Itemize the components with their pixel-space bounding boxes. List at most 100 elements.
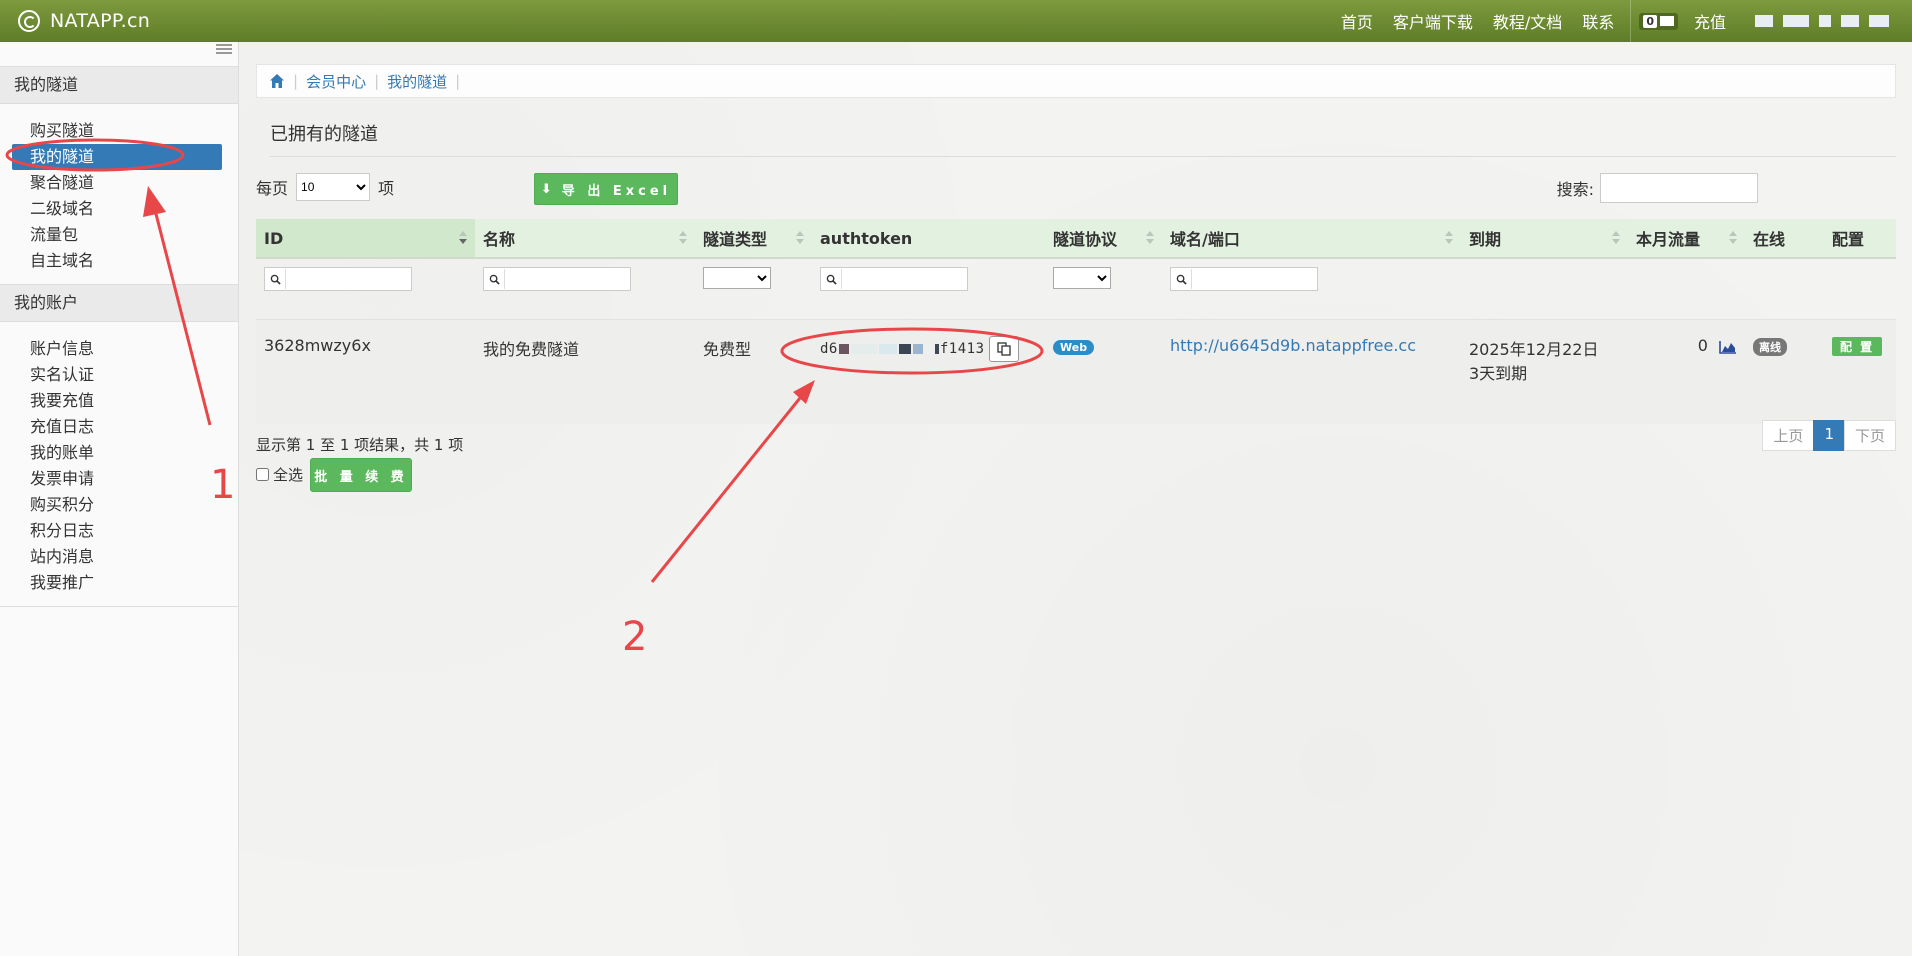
table-controls: 每页 10 项 ⬇ 导 出 Excel 搜索:	[256, 173, 1896, 213]
brand-name: NATAPP.cn	[50, 10, 151, 32]
user-avatar-icon[interactable]	[1755, 15, 1773, 27]
search-input[interactable]	[1600, 173, 1758, 203]
authtoken-value: d6 f1413	[820, 336, 1019, 362]
sidebar-item-points-log[interactable]: 积分日志	[0, 518, 238, 544]
expire-date: 2025年12月22日	[1469, 340, 1599, 359]
cell-protocol: Web	[1045, 319, 1162, 424]
tunnel-domain-link[interactable]: http://u6645d9b.natappfree.cc	[1170, 336, 1416, 355]
sidebar-section-tunnels: 我的隧道	[0, 66, 238, 104]
top-nav-links: 首页 客户端下载 教程/文档 联系 0 充值	[1331, 0, 1912, 42]
col-online: 在线	[1745, 219, 1824, 259]
filter-name-input[interactable]	[483, 267, 631, 291]
cards-icon[interactable]	[1783, 15, 1809, 27]
col-id[interactable]: ID	[256, 219, 475, 259]
nav-recharge-link[interactable]: 充值	[1694, 9, 1726, 33]
natapp-logo-icon	[18, 10, 40, 32]
traffic-value: 0	[1697, 336, 1708, 355]
status-badge: 离线	[1753, 338, 1787, 356]
filter-type-select[interactable]	[703, 267, 771, 289]
copy-icon	[996, 342, 1011, 356]
tool-icon[interactable]	[1819, 15, 1831, 27]
sidebar-item-buy-tunnel[interactable]: 购买隧道	[0, 118, 238, 144]
sidebar-item-messages[interactable]: 站内消息	[0, 544, 238, 570]
sidebar-item-traffic-pack[interactable]: 流量包	[0, 222, 238, 248]
main-content: | 会员中心 | 我的隧道 | 已拥有的隧道 每页 10 项 ⬇ 导 出 Exc…	[256, 42, 1896, 504]
filter-authtoken-input[interactable]	[820, 267, 968, 291]
select-all-label: 全选	[273, 466, 304, 484]
select-all-checkbox[interactable]	[256, 468, 269, 481]
nav-download-link[interactable]: 客户端下载	[1393, 9, 1473, 33]
sidebar-section-account: 我的账户	[0, 284, 238, 322]
annotation-number-1: 1	[210, 462, 236, 508]
page-title: 已拥有的隧道	[270, 124, 378, 145]
filter-protocol-select[interactable]	[1053, 267, 1111, 289]
nav-divider	[1630, 0, 1632, 42]
col-protocol[interactable]: 隧道协议	[1045, 219, 1162, 259]
cell-domain: http://u6645d9b.natappfree.cc	[1162, 319, 1461, 424]
config-button[interactable]: 配 置	[1832, 337, 1883, 356]
cell-config: 配 置	[1824, 319, 1896, 424]
col-domain[interactable]: 域名/端口	[1162, 219, 1461, 259]
user-tools	[1750, 15, 1894, 27]
cell-type: 免费型	[695, 319, 812, 424]
messages-button[interactable]: 0	[1639, 12, 1678, 30]
select-all[interactable]: 全选	[256, 464, 303, 485]
breadcrumb-my-tunnels[interactable]: 我的隧道	[387, 71, 447, 92]
per-page-suffix: 项	[378, 179, 395, 198]
copy-authtoken-button[interactable]	[988, 336, 1019, 362]
sidebar-item-custom-domain[interactable]: 自主域名	[0, 248, 238, 274]
sidebar: 我的隧道 购买隧道 我的隧道 聚合隧道 二级域名 流量包 自主域名 我的账户 账…	[0, 42, 239, 956]
col-name[interactable]: 名称	[475, 219, 695, 259]
pager-next[interactable]: 下页	[1843, 420, 1896, 451]
sidebar-collapse-icon[interactable]	[216, 44, 232, 56]
per-page-select[interactable]: 10	[296, 173, 371, 201]
sidebar-item-my-tunnels[interactable]: 我的隧道	[12, 144, 222, 170]
annotation-number-2: 2	[622, 614, 648, 660]
expire-note: 3天到期	[1469, 364, 1528, 383]
col-traffic[interactable]: 本月流量	[1628, 219, 1745, 259]
pager-page-1[interactable]: 1	[1813, 420, 1845, 451]
pager-prev[interactable]: 上页	[1762, 420, 1815, 451]
sidebar-item-account-info[interactable]: 账户信息	[0, 336, 238, 362]
area-chart-icon[interactable]	[1719, 340, 1737, 354]
sidebar-item-recharge-log[interactable]: 充值日志	[0, 414, 238, 440]
sidebar-item-buy-points[interactable]: 购买积分	[0, 492, 238, 518]
brand[interactable]: NATAPP.cn	[18, 10, 150, 32]
search-icon	[484, 269, 505, 289]
sidebar-item-referral[interactable]: 我要推广	[0, 570, 238, 596]
cell-traffic: 0	[1628, 319, 1745, 424]
breadcrumb-member-center[interactable]: 会员中心	[306, 71, 366, 92]
export-excel-button[interactable]: ⬇ 导 出 Excel	[534, 173, 678, 205]
sidebar-item-my-bills[interactable]: 我的账单	[0, 440, 238, 466]
table-footer: 显示第 1 至 1 项结果，共 1 项 全选 批 量 续 费 上页 1 下页	[256, 420, 1896, 504]
pagination: 上页 1 下页	[1762, 420, 1896, 451]
cell-id: 3628mwzy6x	[256, 319, 475, 424]
sidebar-item-subdomain[interactable]: 二级域名	[0, 196, 238, 222]
batch-renew-button[interactable]: 批 量 续 费	[310, 458, 412, 492]
top-navbar: NATAPP.cn 首页 客户端下载 教程/文档 联系 0 充值	[0, 0, 1912, 42]
breadcrumb: | 会员中心 | 我的隧道 |	[256, 64, 1896, 98]
table-info: 显示第 1 至 1 项结果，共 1 项	[256, 436, 464, 454]
col-config: 配置	[1824, 219, 1896, 259]
col-expire[interactable]: 到期	[1461, 219, 1628, 259]
search-icon	[1171, 269, 1192, 289]
page-length: 每页 10 项	[256, 173, 394, 201]
sidebar-item-recharge[interactable]: 我要充值	[0, 388, 238, 414]
cart-icon[interactable]	[1841, 15, 1859, 27]
col-type[interactable]: 隧道类型	[695, 219, 812, 259]
home-icon[interactable]	[269, 73, 285, 89]
cell-expire: 2025年12月22日 3天到期	[1461, 319, 1628, 424]
nav-home-link[interactable]: 首页	[1341, 9, 1373, 33]
sidebar-item-verification[interactable]: 实名认证	[0, 362, 238, 388]
filter-domain-input[interactable]	[1170, 267, 1318, 291]
search-label: 搜索:	[1556, 180, 1594, 199]
user-menu-dropdown-icon[interactable]	[1869, 15, 1889, 27]
sidebar-item-invoice[interactable]: 发票申请	[0, 466, 238, 492]
nav-docs-link[interactable]: 教程/文档	[1493, 9, 1562, 33]
table-search: 搜索:	[1557, 173, 1758, 203]
sidebar-item-aggregate-tunnel[interactable]: 聚合隧道	[0, 170, 238, 196]
nav-contact-link[interactable]: 联系	[1582, 9, 1614, 33]
cell-online: 离线	[1745, 319, 1824, 424]
cell-authtoken: d6 f1413	[812, 319, 1045, 424]
filter-id-input[interactable]	[264, 267, 412, 291]
